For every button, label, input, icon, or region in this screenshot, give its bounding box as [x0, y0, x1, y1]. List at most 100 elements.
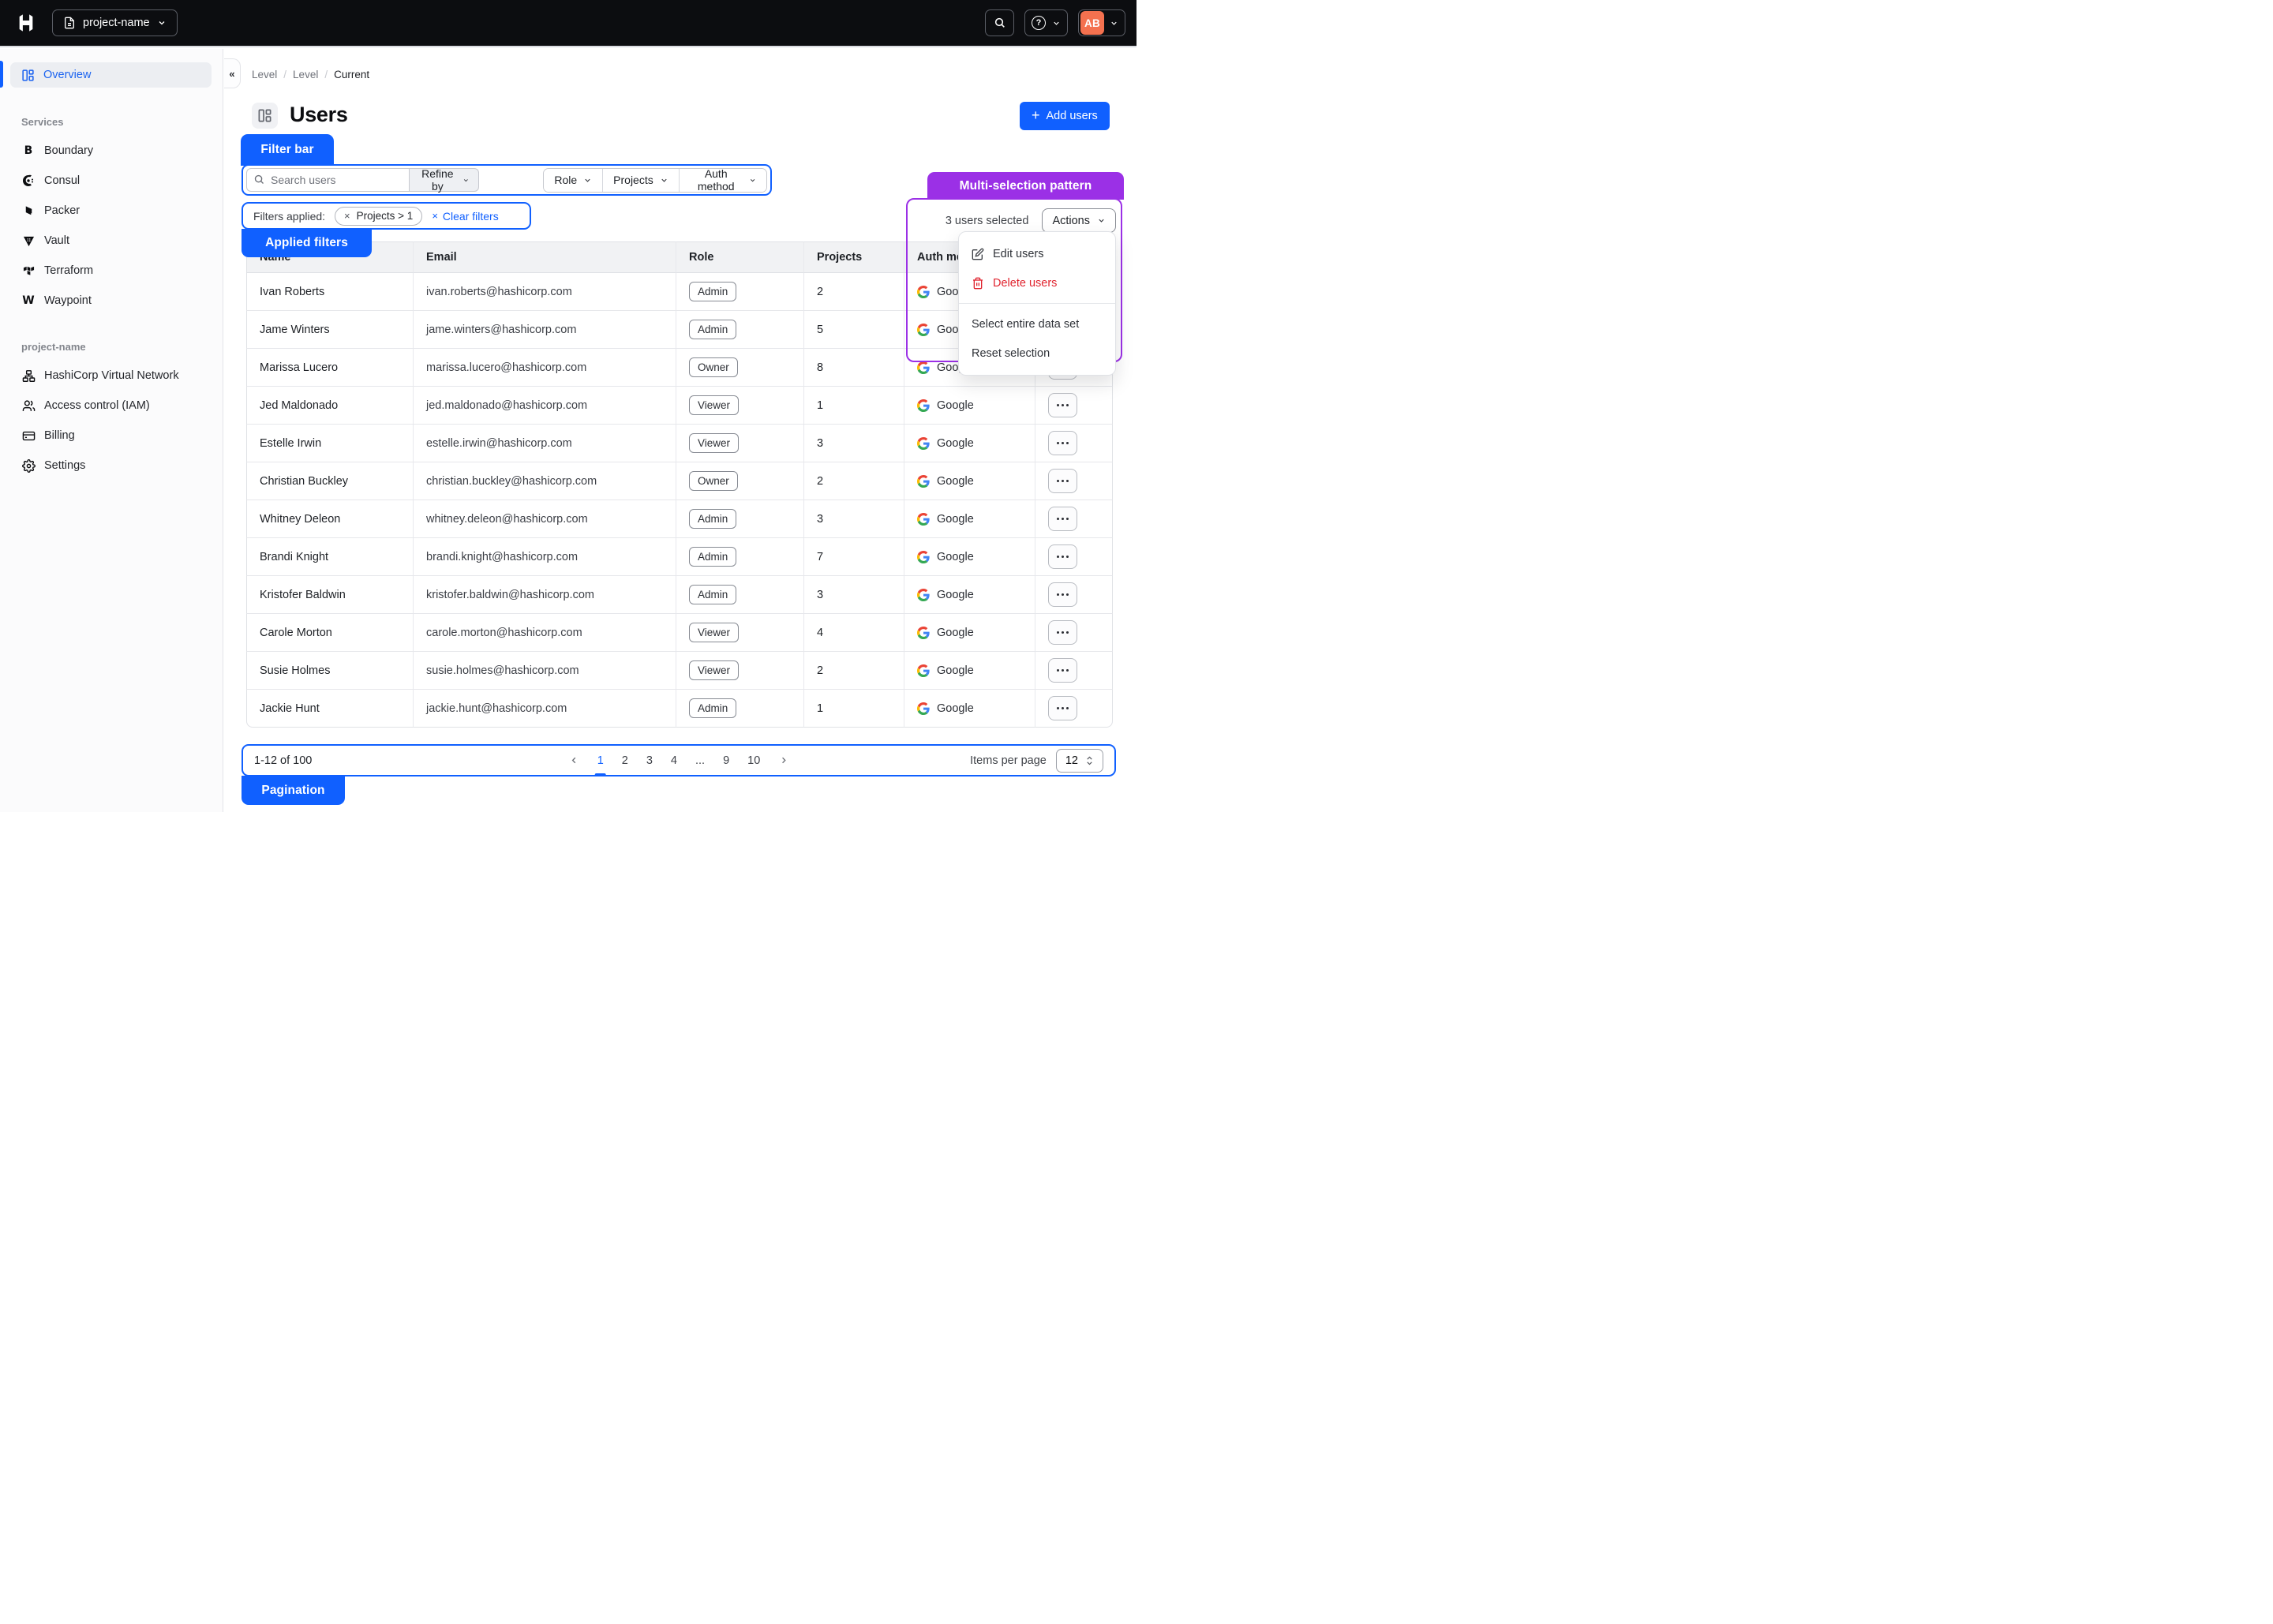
sidebar-item-label: Consul	[44, 174, 80, 187]
filters-applied-label: Filters applied:	[253, 210, 325, 223]
page-number-1[interactable]: 1	[597, 754, 604, 767]
user-email: christian.buckley@hashicorp.com	[413, 462, 676, 500]
role-filter-dropdown[interactable]: Role	[544, 169, 602, 192]
auth-method-value: Google	[937, 437, 974, 450]
annotation-applied-filters: Applied filters	[242, 229, 372, 257]
items-per-page-select[interactable]: 12	[1056, 749, 1103, 773]
sidebar-item-settings[interactable]: Settings	[0, 451, 223, 481]
breadcrumb: Level / Level / Current	[252, 69, 369, 80]
search-icon	[994, 17, 1006, 29]
chevron-down-icon	[1097, 216, 1106, 225]
grid-icon	[257, 108, 272, 123]
role-badge: Admin	[689, 698, 736, 718]
column-header-role[interactable]: Role	[676, 241, 803, 273]
row-actions-button[interactable]	[1048, 507, 1077, 531]
role-badge: Admin	[689, 282, 736, 301]
row-actions-button[interactable]	[1048, 696, 1077, 720]
google-icon	[917, 702, 930, 715]
row-actions-button[interactable]	[1048, 431, 1077, 455]
auth-method-filter-dropdown[interactable]: Auth method	[679, 169, 766, 192]
google-icon	[917, 437, 930, 450]
gear-icon	[21, 458, 36, 473]
sidebar-item-consul[interactable]: Consul	[0, 166, 223, 196]
sidebar-item-boundary[interactable]: B Boundary	[0, 136, 223, 166]
refine-by-dropdown[interactable]: Refine by	[409, 168, 479, 192]
table-row: Jackie Hunt jackie.hunt@hashicorp.com Ad…	[246, 690, 1113, 728]
row-actions-button[interactable]	[1048, 620, 1077, 645]
project-selector[interactable]: project-name	[52, 9, 178, 36]
account-menu-button[interactable]: AB	[1078, 9, 1125, 36]
avatar: AB	[1080, 11, 1104, 35]
document-icon	[63, 17, 76, 29]
menu-item-select-entire-data-set[interactable]: Select entire data set	[959, 309, 1115, 339]
sidebar-item-vault[interactable]: Vault	[0, 226, 223, 256]
breadcrumb-link[interactable]: Level	[293, 69, 318, 80]
user-name: Christian Buckley	[246, 462, 413, 500]
applied-filters-bar: Filters applied: × Projects > 1 × Clear …	[242, 202, 531, 230]
menu-item-reset-selection[interactable]: Reset selection	[959, 339, 1115, 368]
column-header-email[interactable]: Email	[413, 241, 676, 273]
google-icon	[917, 664, 930, 677]
search-input[interactable]	[246, 168, 409, 192]
user-email: jame.winters@hashicorp.com	[413, 311, 676, 349]
collapse-chevrons-icon: «	[229, 68, 234, 80]
row-actions-button[interactable]	[1048, 658, 1077, 683]
user-email: ivan.roberts@hashicorp.com	[413, 273, 676, 311]
sidebar-item-billing[interactable]: Billing	[0, 421, 223, 451]
sidebar-item-label: Access control (IAM)	[44, 399, 150, 412]
help-icon: ?	[1032, 16, 1046, 30]
projects-filter-dropdown[interactable]: Projects	[602, 169, 679, 192]
page-number-10[interactable]: 10	[747, 754, 760, 767]
page-number-3[interactable]: 3	[646, 754, 653, 767]
projects-count: 2	[803, 652, 904, 690]
google-icon	[917, 324, 930, 336]
google-icon	[917, 551, 930, 563]
sidebar-collapse-button[interactable]: «	[224, 58, 241, 88]
auth-method-value: Google	[937, 399, 974, 412]
page-number-2[interactable]: 2	[622, 754, 628, 767]
row-actions-button[interactable]	[1048, 393, 1077, 417]
role-badge: Admin	[689, 320, 736, 339]
sidebar-item-overview[interactable]: Overview	[10, 62, 212, 88]
user-name: Brandi Knight	[246, 538, 413, 576]
user-email: susie.holmes@hashicorp.com	[413, 652, 676, 690]
column-header-projects[interactable]: Projects	[803, 241, 904, 273]
row-actions-button[interactable]	[1048, 544, 1077, 569]
auth-method-value: Google	[937, 513, 974, 526]
sidebar-item-packer[interactable]: Packer	[0, 196, 223, 226]
pager: 1 2 3 4 ... 9 10	[569, 754, 789, 767]
menu-item-delete-users[interactable]: Delete users	[959, 268, 1115, 297]
chevron-down-icon	[1052, 19, 1061, 28]
sidebar-item-hvn[interactable]: HashiCorp Virtual Network	[0, 361, 223, 391]
actions-dropdown-button[interactable]: Actions	[1042, 208, 1116, 233]
menu-item-edit-users[interactable]: Edit users	[959, 239, 1115, 268]
filter-chip-projects[interactable]: × Projects > 1	[335, 207, 422, 226]
add-users-button[interactable]: + Add users	[1020, 102, 1110, 130]
breadcrumb-link[interactable]: Level	[252, 69, 277, 80]
top-nav-bar: project-name ? AB	[0, 0, 1136, 47]
next-page-button[interactable]	[778, 755, 788, 765]
page-number-9[interactable]: 9	[723, 754, 729, 767]
role-badge: Viewer	[689, 623, 739, 642]
user-name: Kristofer Baldwin	[246, 576, 413, 614]
page-number-4[interactable]: 4	[671, 754, 677, 767]
global-search-button[interactable]	[985, 9, 1014, 36]
overview-grid-icon	[21, 69, 35, 82]
network-icon	[21, 369, 36, 383]
table-row: Estelle Irwin estelle.irwin@hashicorp.co…	[246, 425, 1113, 462]
row-actions-button[interactable]	[1048, 469, 1077, 493]
sidebar-item-label: Packer	[44, 204, 80, 217]
user-email: carole.morton@hashicorp.com	[413, 614, 676, 652]
row-actions-button[interactable]	[1048, 582, 1077, 607]
sidebar-item-waypoint[interactable]: W Waypoint	[0, 286, 223, 316]
sidebar-item-access-control[interactable]: Access control (IAM)	[0, 391, 223, 421]
hashicorp-logo-icon[interactable]	[14, 11, 38, 35]
waypoint-icon: W	[21, 294, 36, 308]
sidebar-item-terraform[interactable]: Terraform	[0, 256, 223, 286]
clear-filters-link[interactable]: × Clear filters	[432, 210, 498, 223]
chevron-down-icon	[583, 176, 592, 185]
sidebar-item-label: Terraform	[44, 264, 93, 277]
help-menu-button[interactable]: ?	[1024, 9, 1068, 36]
terraform-icon	[21, 264, 36, 278]
previous-page-button[interactable]	[569, 755, 579, 765]
